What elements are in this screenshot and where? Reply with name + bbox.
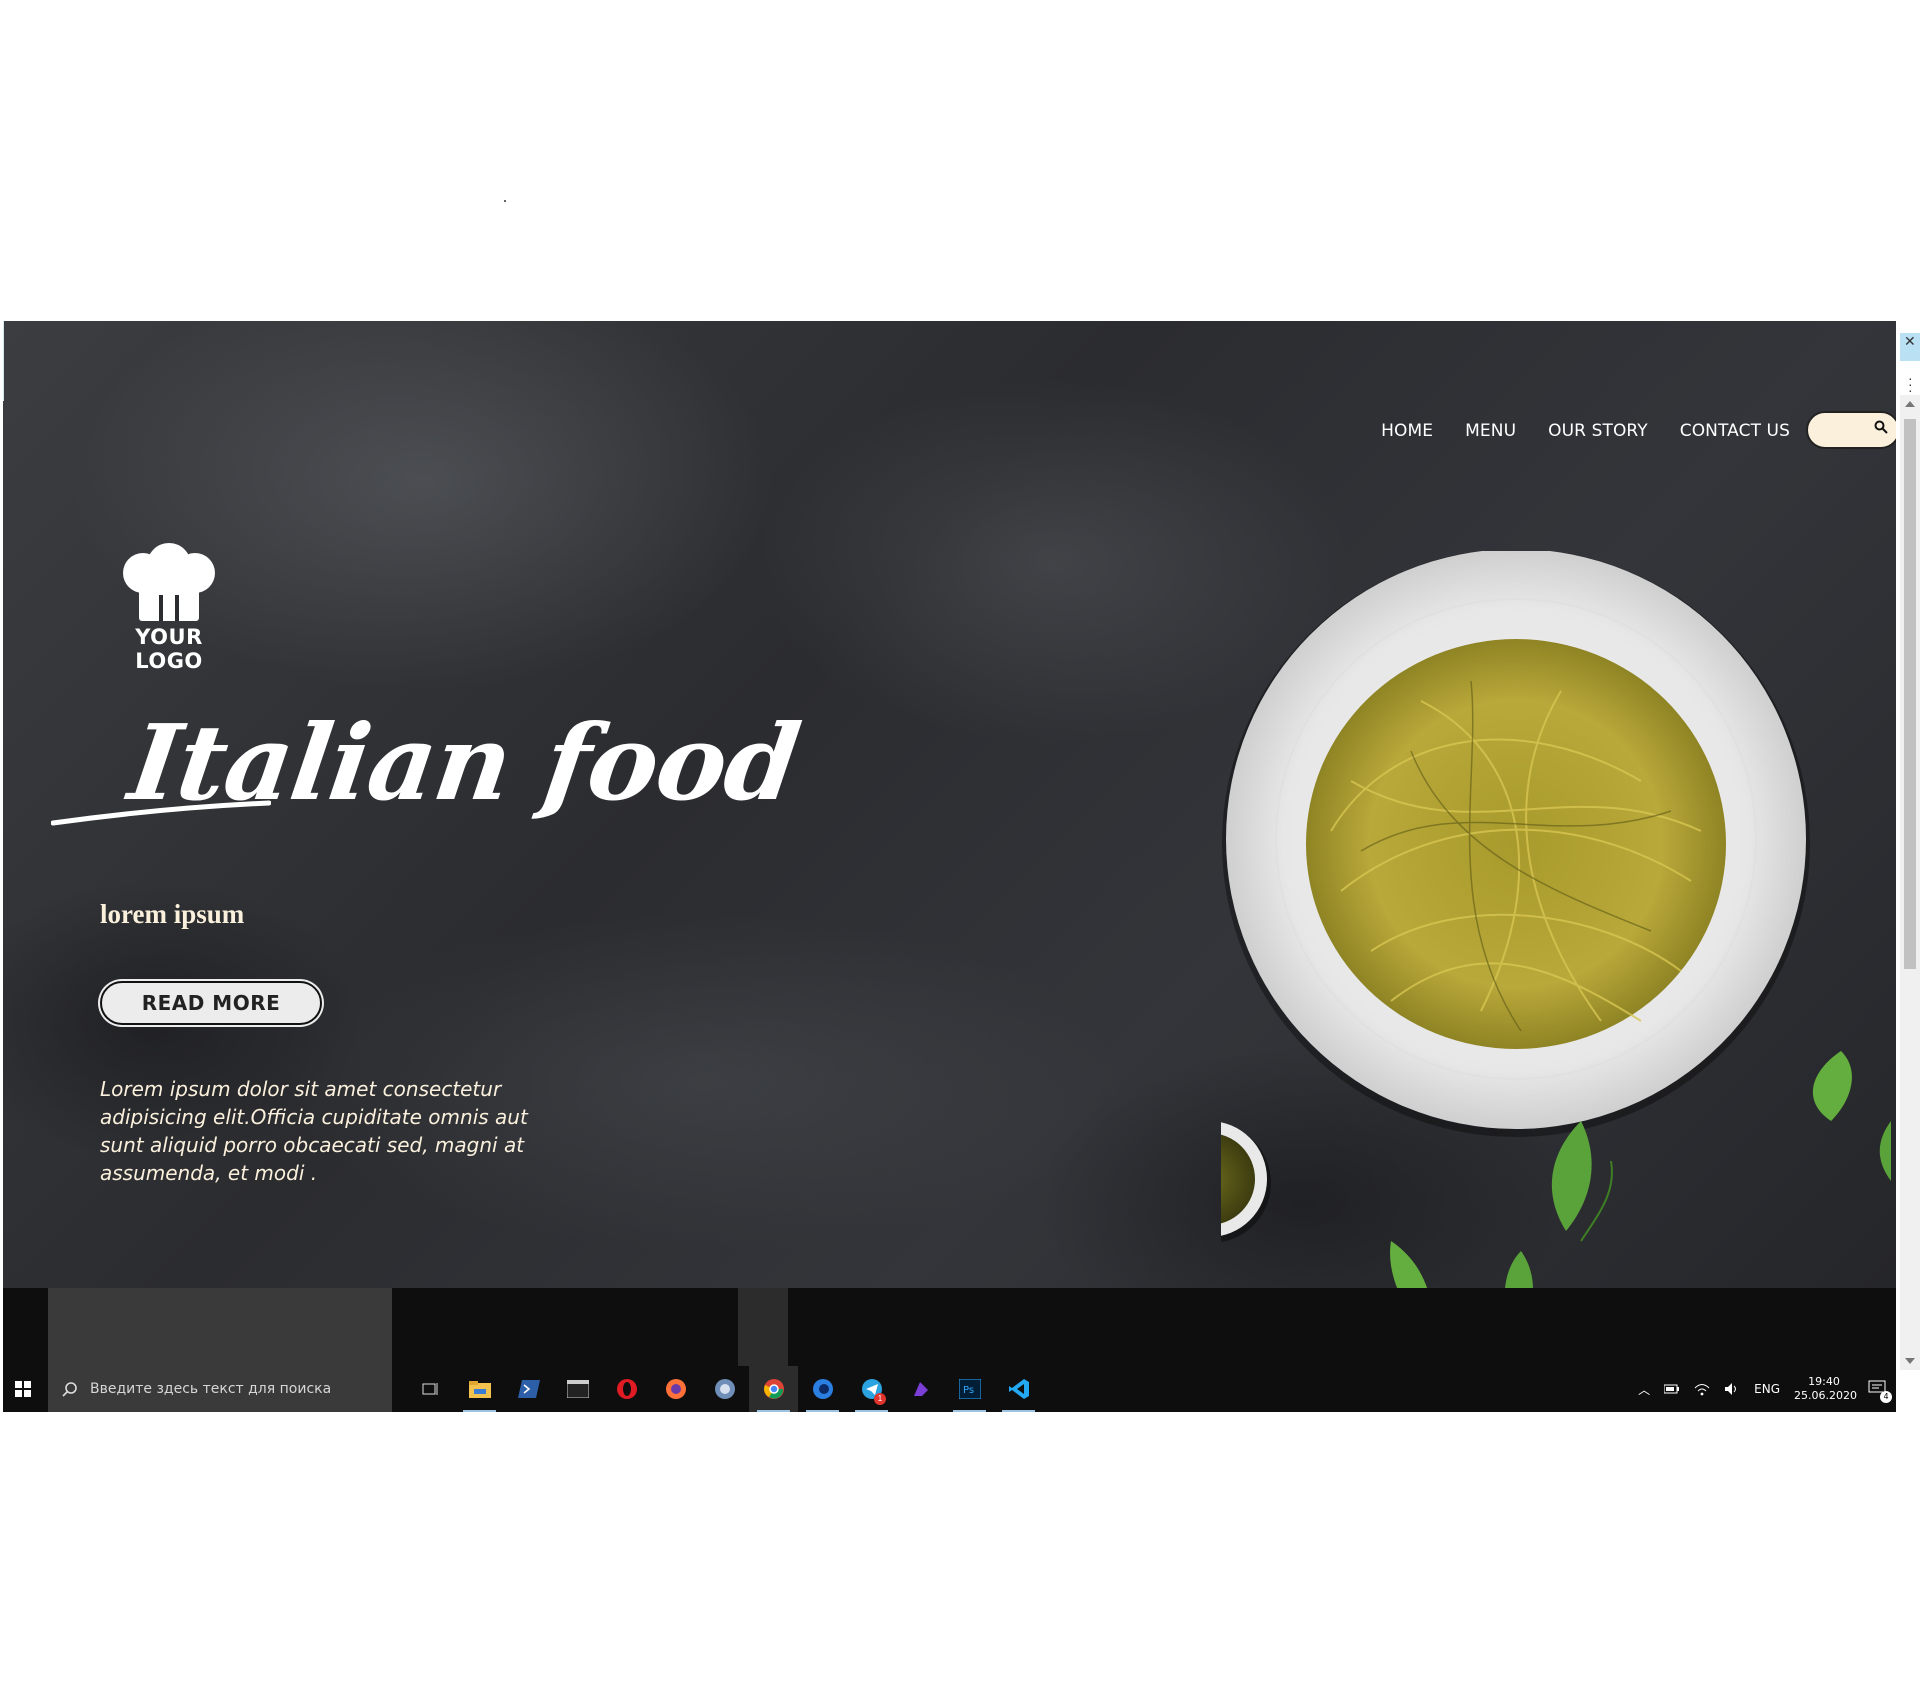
- chef-hat-icon: [123, 543, 215, 621]
- notifications-button[interactable]: 4: [1868, 1380, 1892, 1403]
- close-icon[interactable]: ✕: [1904, 333, 1916, 350]
- windows-start-icon[interactable]: [15, 1381, 31, 1397]
- firefox-icon[interactable]: [651, 1366, 700, 1412]
- pasta-plate-image: [1221, 551, 1891, 1311]
- running-indicator: [463, 1410, 496, 1412]
- nav-menu[interactable]: MENU: [1465, 421, 1516, 441]
- main-nav: HOME MENU OUR STORY CONTACT US: [1381, 421, 1790, 441]
- scroll-up-arrow-icon[interactable]: [1905, 401, 1915, 407]
- running-indicator: [855, 1410, 888, 1412]
- nav-home[interactable]: HOME: [1381, 421, 1433, 441]
- system-tray: ︿ ENG 19:40 25.06.2020 4: [1638, 1366, 1892, 1412]
- telegram-badge: 1: [874, 1393, 886, 1405]
- running-indicator: [757, 1410, 790, 1412]
- svg-text:Ps: Ps: [963, 1385, 974, 1396]
- browser-side-controls: ✕ · · ·: [1896, 321, 1920, 401]
- wifi-icon[interactable]: [1694, 1382, 1710, 1396]
- more-icon[interactable]: · · ·: [1908, 371, 1913, 397]
- vscode-icon[interactable]: [994, 1366, 1043, 1412]
- photoshop-icon[interactable]: Ps: [945, 1366, 994, 1412]
- running-indicator: [953, 1410, 986, 1412]
- windows-taskbar: Введите здесь текст для поиска 1 Ps ︿ EN…: [3, 1366, 1896, 1412]
- hero-section: HOME MENU OUR STORY CONTACT US YOUR LOGO: [3, 321, 1896, 1311]
- taskbar-search-box[interactable]: Введите здесь текст для поиска: [48, 1366, 392, 1412]
- search-icon[interactable]: [1874, 420, 1888, 434]
- clock-date: 25.06.2020: [1794, 1389, 1857, 1402]
- page-scrollbar[interactable]: [1900, 395, 1920, 1370]
- browser-viewport: HOME MENU OUR STORY CONTACT US YOUR LOGO: [3, 321, 1896, 1412]
- clock-time: 19:40: [1808, 1375, 1840, 1388]
- logo-text: YOUR LOGO: [135, 625, 203, 673]
- battery-icon[interactable]: [1664, 1383, 1680, 1395]
- volume-icon[interactable]: [1724, 1382, 1740, 1396]
- language-indicator[interactable]: ENG: [1754, 1382, 1780, 1396]
- running-indicator: [1002, 1410, 1035, 1412]
- chrome-icon[interactable]: [749, 1366, 798, 1412]
- read-more-button[interactable]: READ MORE: [100, 981, 322, 1025]
- stray-dot: [504, 200, 506, 202]
- hero-subtitle: lorem ipsum: [100, 899, 245, 929]
- title-brush-stroke: [51, 800, 271, 826]
- taskbar-upper-area: [3, 1288, 1896, 1412]
- nav-our-story[interactable]: OUR STORY: [1548, 421, 1648, 441]
- network-icon[interactable]: [700, 1366, 749, 1412]
- search-input[interactable]: [1806, 411, 1896, 449]
- scroll-down-arrow-icon[interactable]: [1905, 1358, 1915, 1364]
- running-indicator: [806, 1410, 839, 1412]
- hero-title-wrap: Italian food: [51, 701, 806, 826]
- task-view-icon[interactable]: [406, 1366, 455, 1412]
- site-logo[interactable]: YOUR LOGO: [99, 543, 239, 673]
- firefox-dev-icon[interactable]: [798, 1366, 847, 1412]
- hero-description: Lorem ipsum dolor sit amet consectetur a…: [100, 1077, 528, 1185]
- terminal-icon[interactable]: [553, 1366, 602, 1412]
- search-icon: [62, 1382, 77, 1397]
- file-explorer-icon[interactable]: [455, 1366, 504, 1412]
- notification-count: 4: [1880, 1390, 1892, 1403]
- opera-icon[interactable]: [602, 1366, 651, 1412]
- telegram-icon[interactable]: 1: [847, 1366, 896, 1412]
- clock[interactable]: 19:40 25.06.2020: [1794, 1375, 1857, 1403]
- chevron-up-icon[interactable]: ︿: [1638, 1381, 1650, 1398]
- powershell-icon[interactable]: [504, 1366, 553, 1412]
- taskbar-search-placeholder: Введите здесь текст для поиска: [90, 1381, 332, 1397]
- scroll-thumb[interactable]: [1904, 419, 1916, 969]
- app-icon[interactable]: [896, 1366, 945, 1412]
- taskbar-app-icons: 1 Ps: [406, 1366, 1043, 1412]
- edge-strip: [3, 321, 4, 401]
- nav-contact-us[interactable]: CONTACT US: [1680, 421, 1790, 441]
